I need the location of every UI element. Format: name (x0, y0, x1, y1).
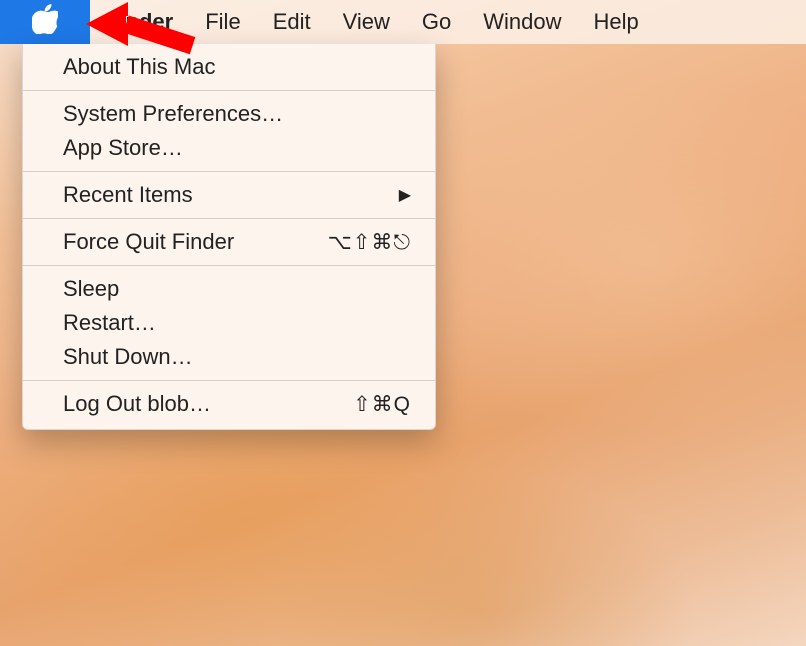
menubar-item-file[interactable]: File (189, 0, 256, 44)
menubar-item-window[interactable]: Window (467, 0, 577, 44)
menubar-item-view[interactable]: View (327, 0, 406, 44)
menubar-item-label: Help (594, 9, 639, 35)
menu-separator (23, 171, 435, 172)
menu-item-label: Shut Down… (63, 344, 411, 370)
menu-item-shut-down[interactable]: Shut Down… (23, 340, 435, 374)
menubar-item-label: View (343, 9, 390, 35)
menu-item-label: Log Out blob… (63, 391, 353, 417)
menubar: Finder File Edit View Go Window Help (0, 0, 806, 44)
menubar-item-help[interactable]: Help (578, 0, 655, 44)
apple-menu-button[interactable] (0, 0, 90, 44)
menu-item-system-preferences[interactable]: System Preferences… (23, 97, 435, 131)
menu-item-label: Force Quit Finder (63, 229, 328, 255)
apple-logo-icon (32, 4, 58, 40)
menu-item-log-out[interactable]: Log Out blob… ⇧⌘Q (23, 387, 435, 421)
menu-item-label: Recent Items (63, 182, 399, 208)
menubar-item-label: Window (483, 9, 561, 35)
menu-item-force-quit[interactable]: Force Quit Finder ⌥⇧⌘⎋ (23, 225, 435, 259)
menu-item-label: System Preferences… (63, 101, 411, 127)
menubar-item-go[interactable]: Go (406, 0, 467, 44)
menu-separator (23, 265, 435, 266)
menu-item-label: App Store… (63, 135, 411, 161)
menu-item-shortcut: ⇧⌘Q (353, 392, 411, 417)
menu-item-label: Sleep (63, 276, 411, 302)
menubar-item-label: Go (422, 9, 451, 35)
menu-item-shortcut: ⌥⇧⌘⎋ (328, 230, 411, 255)
menu-separator (23, 90, 435, 91)
menu-item-restart[interactable]: Restart… (23, 306, 435, 340)
menubar-item-finder[interactable]: Finder (90, 0, 189, 44)
apple-menu-dropdown: About This Mac System Preferences… App S… (22, 44, 436, 430)
menubar-item-label: File (205, 9, 240, 35)
submenu-arrow-icon: ▶ (399, 185, 411, 205)
menu-item-about-this-mac[interactable]: About This Mac (23, 50, 435, 84)
menubar-item-label: Finder (106, 9, 173, 35)
menu-item-label: Restart… (63, 310, 411, 336)
menubar-item-label: Edit (273, 9, 311, 35)
menubar-item-edit[interactable]: Edit (257, 0, 327, 44)
menu-item-recent-items[interactable]: Recent Items ▶ (23, 178, 435, 212)
menu-item-app-store[interactable]: App Store… (23, 131, 435, 165)
menu-item-sleep[interactable]: Sleep (23, 272, 435, 306)
menu-item-label: About This Mac (63, 54, 411, 80)
menu-separator (23, 218, 435, 219)
menu-separator (23, 380, 435, 381)
